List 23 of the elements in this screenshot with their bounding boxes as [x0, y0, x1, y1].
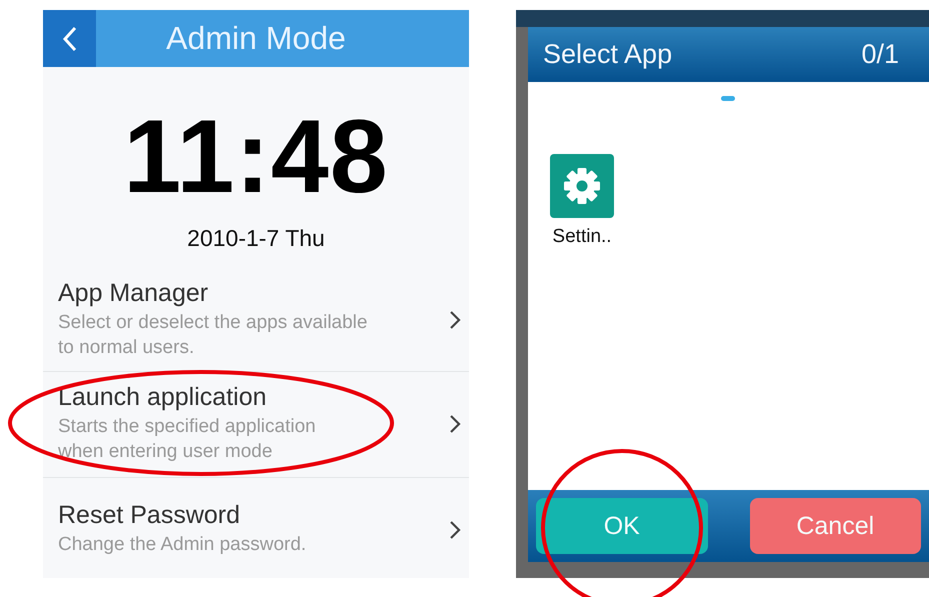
page-indicator: [721, 96, 735, 101]
chevron-icon: [449, 414, 461, 434]
app-icon[interactable]: [550, 154, 614, 218]
dialog-title: Select App: [543, 39, 672, 70]
menu-item-title: App Manager: [58, 278, 210, 308]
back-button[interactable]: [43, 10, 96, 67]
back-icon: [62, 26, 78, 52]
selection-counter: 0/1: [861, 39, 899, 70]
chevron-icon: [449, 310, 461, 330]
menu-item-description: Starts the specified application when entering user mode: [58, 414, 317, 464]
app-label: Settin..: [552, 226, 612, 248]
menu-item[interactable]: Reset Password Change the Admin password.: [43, 478, 469, 578]
clock-time: 11:48: [122, 105, 390, 209]
screen-title: Admin Mode: [165, 20, 347, 57]
gear-icon: [562, 166, 602, 206]
menu-item-description: Select or deselect the apps available to normal users.: [58, 310, 368, 360]
menu-item[interactable]: Launch application Starts the specified application when entering user mode: [43, 372, 469, 478]
menu-item-title: Reset Password: [58, 501, 242, 530]
menu-item-description: Change the Admin password.: [58, 533, 308, 558]
date-text: 2010-1-7 Thu: [186, 225, 326, 252]
menu-item-title: Launch application: [58, 382, 268, 412]
chevron-icon: [449, 520, 461, 540]
menu-item[interactable]: App Manager Select or deselect the apps available to normal users.: [43, 270, 469, 372]
